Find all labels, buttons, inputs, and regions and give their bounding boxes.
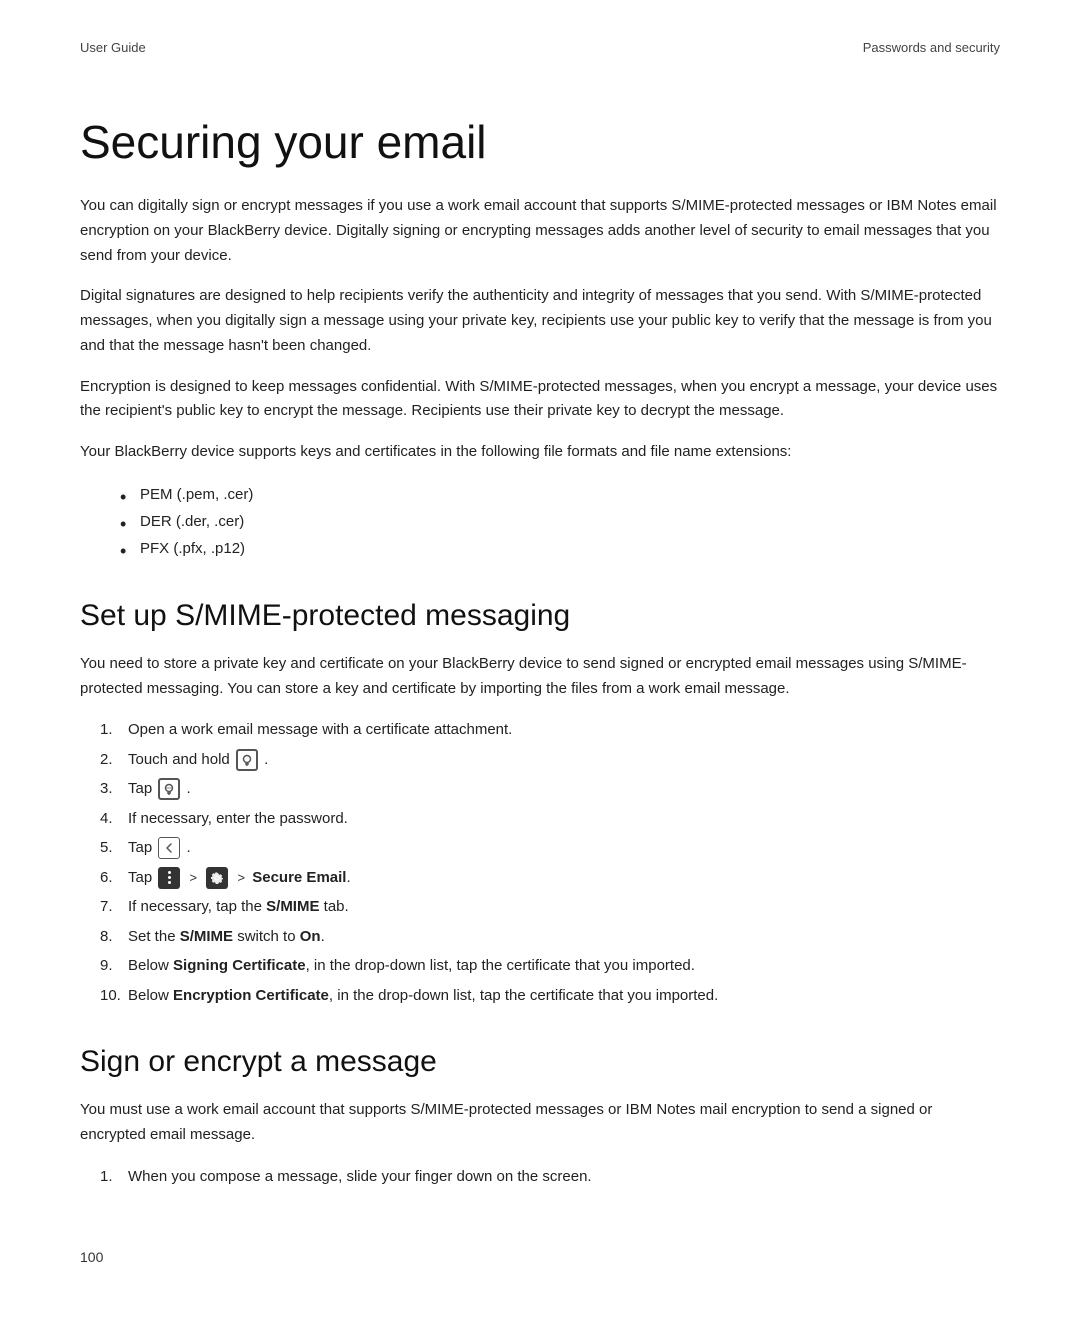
list-item: 3. Tap . <box>80 776 1000 802</box>
file-formats-list: PEM (.pem, .cer) DER (.der, .cer) PFX (.… <box>120 481 1000 562</box>
list-item: 8. Set the S/MIME switch to On. <box>80 924 1000 950</box>
cert-attach-icon <box>236 749 258 771</box>
step-content: Below Signing Certificate, in the drop-d… <box>128 953 1000 979</box>
gear-icon <box>206 867 228 889</box>
list-item: 6. Tap > > Secure Email. <box>80 865 1000 891</box>
section2-steps: 1. When you compose a message, slide you… <box>80 1164 1000 1190</box>
step-content: Open a work email message with a certifi… <box>128 717 1000 743</box>
signing-cert-bold: Signing Certificate <box>173 957 306 974</box>
cert-icon <box>158 778 180 800</box>
list-item: PFX (.pfx, .p12) <box>120 535 1000 562</box>
list-item: 5. Tap . <box>80 835 1000 861</box>
section2-heading: Sign or encrypt a message <box>80 1044 1000 1080</box>
arrow-symbol: > <box>237 870 245 885</box>
page-footer: 100 <box>80 1249 1000 1265</box>
step-num: 1. <box>80 1164 128 1190</box>
step-content: Tap . <box>128 776 1000 802</box>
intro-para-2: Digital signatures are designed to help … <box>80 284 1000 358</box>
page-container: User Guide Passwords and security Securi… <box>0 0 1080 1325</box>
list-item: PEM (.pem, .cer) <box>120 481 1000 508</box>
arrow-symbol: > <box>190 870 198 885</box>
step-num: 1. <box>80 717 128 743</box>
list-item: 9. Below Signing Certificate, in the dro… <box>80 953 1000 979</box>
intro-para-3: Encryption is designed to keep messages … <box>80 375 1000 425</box>
secure-email-label: Secure Email <box>252 869 346 886</box>
intro-para-1: You can digitally sign or encrypt messag… <box>80 194 1000 268</box>
smime-bold: S/MIME <box>266 898 319 915</box>
header-bar: User Guide Passwords and security <box>80 40 1000 55</box>
step-num: 2. <box>80 747 128 773</box>
step-num: 4. <box>80 806 128 832</box>
list-item: 2. Touch and hold . <box>80 747 1000 773</box>
list-item: DER (.der, .cer) <box>120 508 1000 535</box>
step-content: Touch and hold . <box>128 747 1000 773</box>
back-icon <box>158 837 180 859</box>
list-item: 4. If necessary, enter the password. <box>80 806 1000 832</box>
on-bold: On <box>300 928 321 945</box>
intro-para-4: Your BlackBerry device supports keys and… <box>80 440 1000 465</box>
menu-icon <box>158 867 180 889</box>
section1-intro: You need to store a private key and cert… <box>80 652 1000 702</box>
header-left: User Guide <box>80 40 146 55</box>
step-content: If necessary, enter the password. <box>128 806 1000 832</box>
step-num: 5. <box>80 835 128 861</box>
step-num: 9. <box>80 953 128 979</box>
list-item: 7. If necessary, tap the S/MIME tab. <box>80 894 1000 920</box>
step-content: When you compose a message, slide your f… <box>128 1164 1000 1190</box>
list-item: 10. Below Encryption Certificate, in the… <box>80 983 1000 1009</box>
step-num: 8. <box>80 924 128 950</box>
page-title: Securing your email <box>80 115 1000 170</box>
section1-heading: Set up S/MIME-protected messaging <box>80 598 1000 634</box>
step-content: Below Encryption Certificate, in the dro… <box>128 983 1000 1009</box>
step-num: 6. <box>80 865 128 891</box>
step-content: Tap . <box>128 835 1000 861</box>
list-item: 1. When you compose a message, slide you… <box>80 1164 1000 1190</box>
step-content: Set the S/MIME switch to On. <box>128 924 1000 950</box>
step-content: Tap > > Secure Email. <box>128 865 1000 891</box>
step-num: 10. <box>80 983 128 1009</box>
page-number: 100 <box>80 1249 103 1265</box>
step-num: 7. <box>80 894 128 920</box>
section2-intro: You must use a work email account that s… <box>80 1098 1000 1148</box>
section1-steps: 1. Open a work email message with a cert… <box>80 717 1000 1008</box>
step-num: 3. <box>80 776 128 802</box>
encryption-cert-bold: Encryption Certificate <box>173 987 329 1004</box>
list-item: 1. Open a work email message with a cert… <box>80 717 1000 743</box>
smime-bold: S/MIME <box>180 928 233 945</box>
header-right: Passwords and security <box>863 40 1000 55</box>
step-content: If necessary, tap the S/MIME tab. <box>128 894 1000 920</box>
